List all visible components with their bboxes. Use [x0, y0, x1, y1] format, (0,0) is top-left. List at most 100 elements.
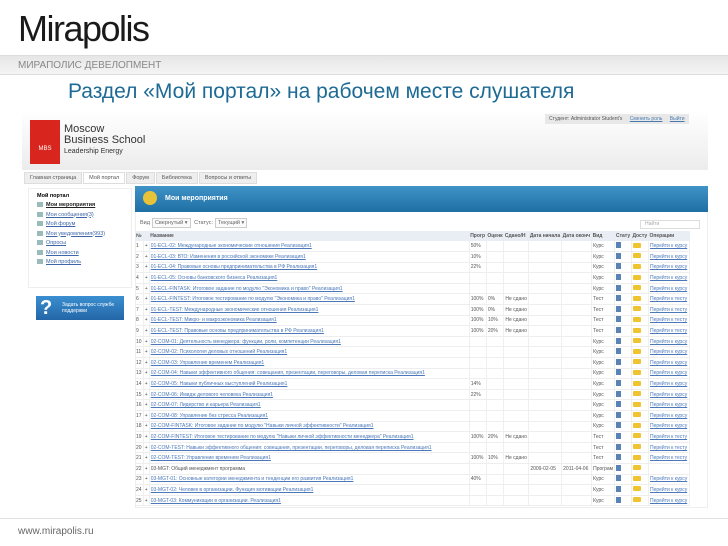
folder-icon[interactable]	[632, 454, 641, 460]
event-link[interactable]: 02-COM-02: Психология деловых отношений …	[151, 349, 287, 355]
folder-icon[interactable]	[632, 242, 641, 248]
status-icon[interactable]	[616, 411, 622, 418]
go-to-link[interactable]: Перейти к тесту	[650, 434, 687, 440]
column-header[interactable]: №	[135, 231, 144, 241]
event-link[interactable]: 01-ECL-TEST: Правовые основы предпринима…	[151, 328, 324, 334]
event-link[interactable]: 01-ECL-TEST: Международные экономические…	[151, 307, 319, 313]
folder-icon[interactable]	[632, 412, 641, 418]
go-to-link[interactable]: Перейти к курсу	[650, 286, 687, 292]
folder-icon[interactable]	[632, 306, 641, 312]
event-link[interactable]: 01-ECL-TEST: Микро- и макроэкономика Реа…	[151, 317, 277, 323]
sidebar-item-events[interactable]: Мои мероприятия	[37, 201, 123, 211]
folder-icon[interactable]	[632, 444, 641, 450]
event-link[interactable]: 02-COM-TEST: Управление временем Реализа…	[151, 455, 271, 461]
go-to-link[interactable]: Перейти к курсу	[650, 254, 687, 260]
folder-icon[interactable]	[632, 359, 641, 365]
event-link[interactable]: 03-MGT-03: Коммуникации в организации. Р…	[151, 498, 281, 504]
event-link[interactable]: 03-MGT-02: Человек в организации. Функци…	[151, 487, 314, 493]
event-link[interactable]: 02-COM-04: Навыки эффективного общения: …	[151, 370, 425, 376]
folder-icon[interactable]	[632, 486, 641, 492]
status-icon[interactable]	[616, 390, 622, 397]
status-icon[interactable]	[616, 295, 622, 302]
status-icon[interactable]	[616, 242, 622, 249]
event-link[interactable]: 02-COM-01: Деятельность менеджера: функц…	[151, 339, 341, 345]
status-icon[interactable]	[616, 401, 622, 408]
status-icon[interactable]	[616, 454, 622, 461]
folder-icon[interactable]	[632, 465, 641, 471]
go-to-link[interactable]: Перейти к курсу	[650, 392, 687, 398]
event-link[interactable]: 01-ECL-FINTASK: Итоговое задание по моду…	[151, 286, 343, 292]
status-icon[interactable]	[616, 464, 622, 471]
folder-icon[interactable]	[632, 369, 641, 375]
column-header[interactable]: Стату	[614, 231, 632, 241]
column-header[interactable]: Дата оконч	[561, 231, 592, 241]
go-to-link[interactable]: Перейти к курсу	[650, 264, 687, 270]
status-icon[interactable]	[616, 263, 622, 270]
go-to-link[interactable]: Перейти к курсу	[650, 487, 687, 493]
status-icon[interactable]	[616, 358, 622, 365]
go-to-link[interactable]: Перейти к курсу	[650, 339, 687, 345]
sidebar-item-forum[interactable]: Мой форум	[37, 220, 123, 230]
status-icon[interactable]	[616, 422, 622, 429]
event-link[interactable]: 02-COM-03: Управление временем Реализаци…	[151, 360, 265, 366]
go-to-link[interactable]: Перейти к тесту	[650, 307, 687, 313]
column-header[interactable]: Досту	[631, 231, 649, 241]
support-button[interactable]: ? Задать вопрос службе поддержки	[36, 296, 124, 320]
event-link[interactable]: 02-COM-08: Управление без стресса Реализ…	[151, 413, 268, 419]
folder-icon[interactable]	[632, 295, 641, 301]
event-link[interactable]: 01-ECL-05: Основы банковского бизнеса Ре…	[151, 275, 278, 281]
folder-icon[interactable]	[632, 348, 641, 354]
status-icon[interactable]	[616, 432, 622, 439]
view-select[interactable]: Свернутый ▾	[151, 218, 191, 228]
sidebar-item-news[interactable]: Мои новости	[37, 249, 123, 259]
folder-icon[interactable]	[632, 316, 641, 322]
status-icon[interactable]	[616, 443, 622, 450]
status-icon[interactable]	[616, 305, 622, 312]
status-icon[interactable]	[616, 369, 622, 376]
status-icon[interactable]	[616, 496, 622, 503]
folder-icon[interactable]	[632, 497, 641, 503]
status-select[interactable]: Текущий ▾	[215, 218, 248, 228]
go-to-link[interactable]: Перейти к курсу	[650, 370, 687, 376]
status-icon[interactable]	[616, 380, 622, 387]
go-to-link[interactable]: Перейти к курсу	[650, 349, 687, 355]
tab-qa[interactable]: Вопросы и ответы	[198, 172, 258, 184]
event-link[interactable]: 01-ECL-FINTEST: Итоговое тестирование по…	[151, 296, 355, 302]
event-link[interactable]: 02-COM-FINTEST: Итоговое тестирование по…	[151, 434, 414, 440]
sidebar-item-notifications[interactable]: Мои уведомления(993)	[37, 230, 123, 240]
status-icon[interactable]	[616, 284, 622, 291]
status-icon[interactable]	[616, 485, 622, 492]
go-to-link[interactable]: Перейти к курсу	[650, 275, 687, 281]
folder-icon[interactable]	[632, 327, 641, 333]
event-link[interactable]: 03-MGT-01: Основные категории менеджмент…	[151, 476, 354, 482]
folder-icon[interactable]	[632, 274, 641, 280]
go-to-link[interactable]: Перейти к курсу	[650, 423, 687, 429]
folder-icon[interactable]	[632, 391, 641, 397]
sidebar-item-messages[interactable]: Мои сообщения(3)	[37, 211, 123, 221]
tab-home[interactable]: Главная страница	[24, 172, 83, 184]
go-to-link[interactable]: Перейти к курсу	[650, 243, 687, 249]
go-to-link[interactable]: Перейти к тесту	[650, 296, 687, 302]
column-header[interactable]: Вид	[591, 231, 615, 241]
sidebar-item-profile[interactable]: Мой профиль	[37, 258, 123, 268]
folder-icon[interactable]	[632, 285, 641, 291]
status-icon[interactable]	[616, 337, 622, 344]
column-header[interactable]: Название	[149, 231, 470, 241]
go-to-link[interactable]: Перейти к тесту	[650, 455, 687, 461]
status-icon[interactable]	[616, 327, 622, 334]
go-to-link[interactable]: Перейти к тесту	[650, 445, 687, 451]
event-link[interactable]: 02-COM-06: Имидж делового человека Реали…	[151, 392, 273, 398]
event-link[interactable]: 02-COM-TEST: Навыки эффективного общения…	[151, 445, 432, 451]
go-to-link[interactable]: Перейти к курсу	[650, 402, 687, 408]
tab-forum[interactable]: Форум	[126, 172, 155, 184]
folder-icon[interactable]	[632, 253, 641, 259]
event-link[interactable]: 02-COM-05: Навыки публичных выступлений …	[151, 381, 288, 387]
tab-my-portal[interactable]: Мой портал	[83, 172, 126, 184]
column-header[interactable]: Дата начала	[528, 231, 562, 241]
event-link[interactable]: 01-ECL-02: Международные экономические о…	[151, 243, 312, 249]
column-header[interactable]: Оценк	[486, 231, 504, 241]
folder-icon[interactable]	[632, 433, 641, 439]
go-to-link[interactable]: Перейти к тесту	[650, 317, 687, 323]
folder-icon[interactable]	[632, 475, 641, 481]
go-to-link[interactable]: Перейти к тесту	[650, 328, 687, 334]
